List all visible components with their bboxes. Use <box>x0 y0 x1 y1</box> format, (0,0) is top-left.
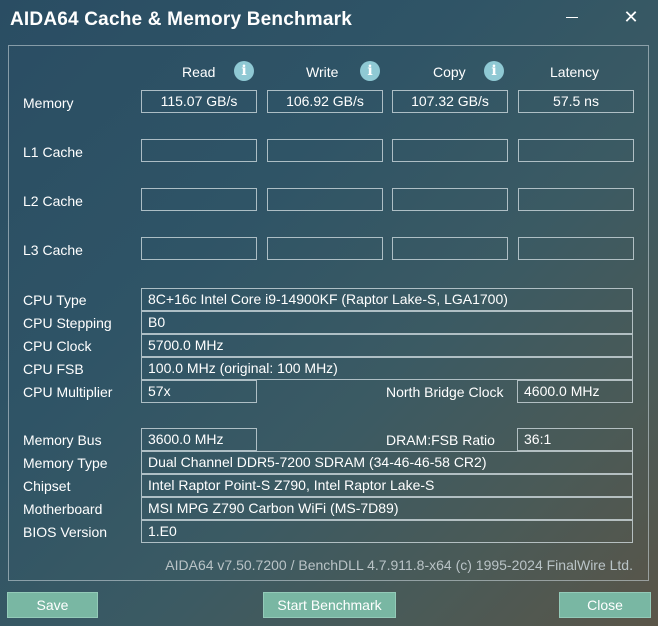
cpu-clock-value: 5700.0 MHz <box>141 334 633 357</box>
l1-read-value <box>141 139 257 162</box>
l2-copy-value <box>392 188 508 211</box>
cpu-type-value: 8C+16c Intel Core i9-14900KF (Raptor Lak… <box>141 288 633 311</box>
l2-latency-value <box>518 188 634 211</box>
memory-latency-value: 57.5 ns <box>518 90 634 113</box>
motherboard-label: Motherboard <box>23 501 103 517</box>
memory-bus-value: 3600.0 MHz <box>141 428 257 451</box>
version-footer: AIDA64 v7.50.7200 / BenchDLL 4.7.911.8-x… <box>165 557 633 573</box>
dram-fsb-ratio-value: 36:1 <box>517 428 633 451</box>
cpu-fsb-label: CPU FSB <box>23 361 84 377</box>
bios-version-value: 1.E0 <box>141 520 633 543</box>
column-copy: Copy <box>433 64 466 80</box>
info-icon[interactable]: i <box>234 61 254 81</box>
memory-copy-value: 107.32 GB/s <box>392 90 508 113</box>
column-latency: Latency <box>550 64 600 80</box>
save-button[interactable]: Save <box>7 592 98 618</box>
close-window-button[interactable]: ✕ <box>611 4 651 30</box>
l3-latency-value <box>518 237 634 260</box>
start-benchmark-button[interactable]: Start Benchmark <box>263 592 396 618</box>
cpu-stepping-label: CPU Stepping <box>23 315 112 331</box>
dram-fsb-ratio-label: DRAM:FSB Ratio <box>386 432 495 448</box>
cpu-fsb-value: 100.0 MHz (original: 100 MHz) <box>141 357 633 380</box>
info-icon[interactable]: i <box>360 61 380 81</box>
l3-read-value <box>141 237 257 260</box>
l1-write-value <box>267 139 383 162</box>
cpu-multiplier-label: CPU Multiplier <box>23 384 113 400</box>
column-write: Write <box>306 64 339 80</box>
l1-copy-value <box>392 139 508 162</box>
column-read: Read <box>182 64 216 80</box>
window-title: AIDA64 Cache & Memory Benchmark <box>10 9 352 30</box>
north-bridge-clock-value: 4600.0 MHz <box>517 380 633 403</box>
memory-read-value: 115.07 GB/s <box>141 90 257 113</box>
bios-version-label: BIOS Version <box>23 524 108 540</box>
motherboard-value: MSI MPG Z790 Carbon WiFi (MS-7D89) <box>141 497 633 520</box>
cpu-multiplier-value: 57x <box>141 380 257 403</box>
cpu-stepping-value: B0 <box>141 311 633 334</box>
row-label-memory: Memory <box>23 95 74 111</box>
memory-bus-label: Memory Bus <box>23 432 102 448</box>
row-label-l3: L3 Cache <box>23 242 83 258</box>
title-bar: AIDA64 Cache & Memory Benchmark ✕ <box>0 0 658 36</box>
l3-copy-value <box>392 237 508 260</box>
minimize-button[interactable] <box>552 4 592 30</box>
cpu-clock-label: CPU Clock <box>23 338 92 354</box>
close-button[interactable]: Close <box>559 592 651 618</box>
l1-latency-value <box>518 139 634 162</box>
chipset-label: Chipset <box>23 478 71 494</box>
minimize-icon <box>566 17 578 18</box>
l3-write-value <box>267 237 383 260</box>
row-label-l1: L1 Cache <box>23 144 83 160</box>
memory-write-value: 106.92 GB/s <box>267 90 383 113</box>
north-bridge-clock-label: North Bridge Clock <box>386 384 504 400</box>
row-label-l2: L2 Cache <box>23 193 83 209</box>
l2-read-value <box>141 188 257 211</box>
memory-type-label: Memory Type <box>23 455 108 471</box>
chipset-value: Intel Raptor Point-S Z790, Intel Raptor … <box>141 474 633 497</box>
memory-type-value: Dual Channel DDR5-7200 SDRAM (34-46-46-5… <box>141 451 633 474</box>
cpu-type-label: CPU Type <box>23 292 87 308</box>
l2-write-value <box>267 188 383 211</box>
info-icon[interactable]: i <box>484 61 504 81</box>
close-icon: ✕ <box>623 7 639 27</box>
